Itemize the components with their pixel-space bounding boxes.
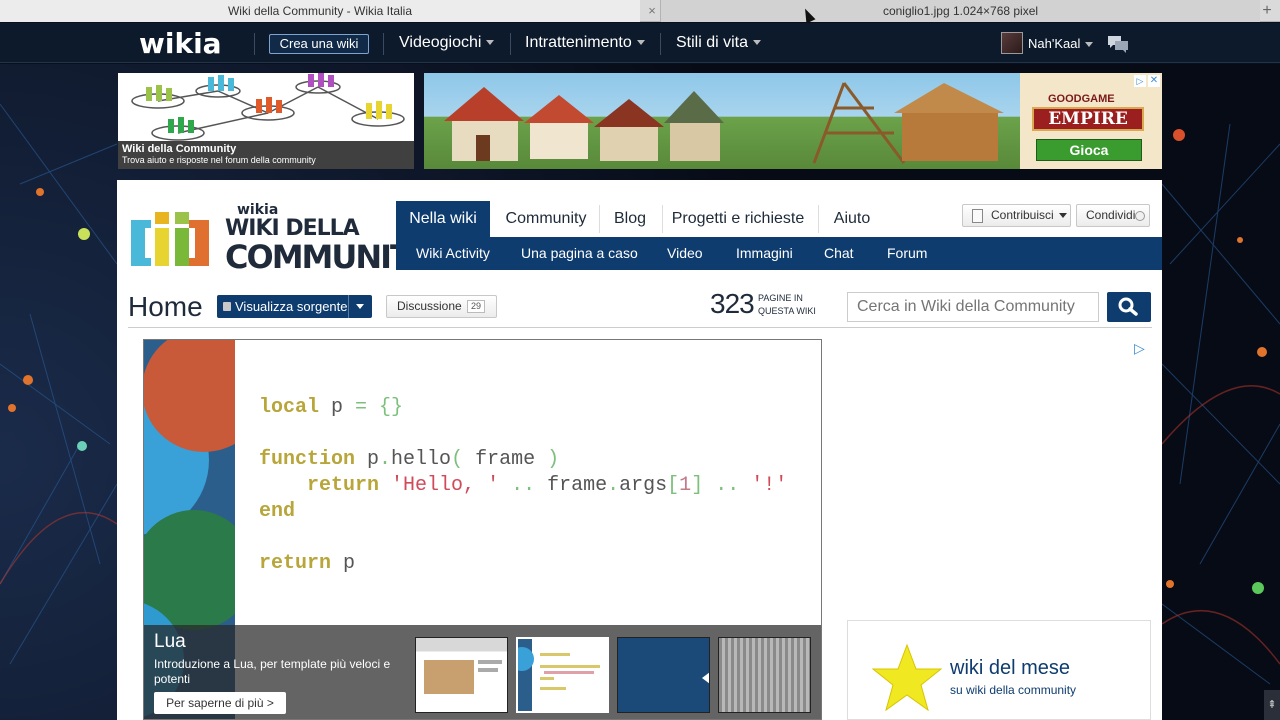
community-ad-title: Wiki della Community xyxy=(122,143,237,155)
tab-community[interactable]: Community xyxy=(496,201,596,237)
adchoices-icon[interactable]: ▷ xyxy=(1134,75,1146,87)
slide-thumbnail[interactable] xyxy=(415,637,508,713)
featured-slider[interactable]: local p = {} function p.hello( frame ) r… xyxy=(143,339,822,720)
chevron-down-icon[interactable] xyxy=(356,304,364,309)
browser-tab-inactive[interactable]: coniglio1.jpg 1.024×768 pixel xyxy=(660,0,1260,22)
wikia-logo[interactable]: wikia xyxy=(139,27,222,60)
user-menu[interactable]: Nah'Kaal xyxy=(1028,36,1094,51)
share-label: Condividi xyxy=(1086,208,1136,222)
game-brand-top: GOODGAME xyxy=(1048,93,1115,105)
goodgame-empire-logo: GOODGAME EMPIRE Gioca xyxy=(1020,73,1162,169)
page-title: Home xyxy=(128,291,203,322)
lua-code-sample: local p = {} function p.hello( frame ) r… xyxy=(259,396,788,575)
star-icon xyxy=(872,643,942,712)
previous-slide-icon[interactable] xyxy=(702,672,709,684)
nav-divider xyxy=(660,33,661,55)
chevron-down-icon xyxy=(1058,213,1067,219)
game-ad-banner[interactable]: GOODGAME EMPIRE Gioca ▷ ✕ xyxy=(424,73,1162,169)
close-ad-icon[interactable]: ✕ xyxy=(1148,75,1160,87)
slide-thumbnail[interactable] xyxy=(617,637,710,713)
play-game-button[interactable]: Gioca xyxy=(1036,139,1142,161)
community-ad-banner[interactable]: Wiki della Community Trova aiuto e rispo… xyxy=(118,73,414,169)
community-ad-caption: Wiki della Community Trova aiuto e rispo… xyxy=(118,141,414,169)
nav-item-intrattenimento[interactable]: Intrattenimento xyxy=(525,34,645,52)
tab-blog[interactable]: Blog xyxy=(604,201,656,237)
nav-item-label: Intrattenimento xyxy=(525,34,632,51)
tab-divider xyxy=(818,205,819,233)
subnav-video[interactable]: Video xyxy=(667,237,703,270)
wiki-search-input[interactable] xyxy=(847,292,1099,322)
search-button[interactable] xyxy=(1107,292,1151,322)
slide-title: Lua xyxy=(154,631,186,652)
learn-more-button[interactable]: Per saperne di più > xyxy=(154,692,286,714)
new-tab-icon[interactable]: + xyxy=(1258,0,1276,22)
chevron-down-icon xyxy=(1085,42,1094,48)
discussion-button[interactable]: Discussione 29 xyxy=(386,295,497,318)
subnav-chat[interactable]: Chat xyxy=(824,237,854,270)
subnav-images[interactable]: Immagini xyxy=(736,237,793,270)
wiki-della-community-logo[interactable]: wikia WIKI DELLA COMMUNITY xyxy=(129,202,433,276)
discussion-count-badge: 29 xyxy=(467,300,486,313)
search-icon xyxy=(1118,297,1138,316)
tab-nella-wiki[interactable]: Nella wiki xyxy=(396,201,490,237)
scroll-to-top-icon[interactable]: ⇞ xyxy=(1264,690,1280,720)
share-button[interactable]: Condividi xyxy=(1076,204,1150,227)
wiki-sub-nav: Wiki Activity Una pagina a caso Video Im… xyxy=(396,237,1162,270)
nav-item-videogiochi[interactable]: Videogiochi xyxy=(399,34,495,52)
slide-description: Introduzione a Lua, per template più vel… xyxy=(154,657,391,686)
slide-thumbnail[interactable] xyxy=(718,637,811,713)
game-brand-main: EMPIRE xyxy=(1032,107,1144,131)
document-icon xyxy=(972,209,983,223)
people-network-illustration xyxy=(131,73,405,141)
thumbnail-lua-preview xyxy=(518,639,600,711)
browser-tab-active[interactable]: Wiki della Community - Wikia Italia xyxy=(0,0,640,22)
adchoices-icon[interactable]: ▷ xyxy=(1134,340,1145,357)
nav-item-label: Videogiochi xyxy=(399,34,482,51)
chevron-down-icon xyxy=(636,40,645,46)
contribute-button[interactable]: Contribuisci xyxy=(962,204,1071,227)
nav-divider xyxy=(510,33,511,55)
nav-item-label: Stili di vita xyxy=(676,34,749,51)
subnav-random-page[interactable]: Una pagina a caso xyxy=(521,237,638,270)
button-split-divider xyxy=(348,295,349,318)
view-source-label: Visualizza sorgente xyxy=(235,299,348,314)
browser-tab-strip: Wiki della Community - Wikia Italia × co… xyxy=(0,0,1280,22)
wiki-of-the-month-title: wiki del mese xyxy=(950,657,1071,679)
lock-icon xyxy=(223,302,231,311)
tab-divider xyxy=(599,205,600,233)
user-avatar[interactable] xyxy=(1001,32,1023,54)
community-ad-subtitle: Trova aiuto e risposte nel forum della c… xyxy=(122,155,316,165)
thumbnail-video-preview xyxy=(424,660,502,694)
chevron-down-icon xyxy=(486,40,495,46)
tab-divider xyxy=(662,205,663,233)
share-indicator-icon xyxy=(1135,211,1145,221)
wiki-of-the-month-module[interactable]: wiki del mese su wiki della community xyxy=(847,620,1151,720)
title-divider xyxy=(128,327,1152,328)
slide-thumbnail-active[interactable] xyxy=(516,637,609,713)
page-count-number: 323 xyxy=(710,288,755,319)
slider-caption: Lua Introduzione a Lua, per template più… xyxy=(144,625,821,719)
subnav-forum[interactable]: Forum xyxy=(887,237,927,270)
nav-item-stili-di-vita[interactable]: Stili di vita xyxy=(676,34,762,52)
medieval-village-illustration xyxy=(444,82,1004,164)
nav-divider xyxy=(383,33,384,55)
chevron-down-icon xyxy=(753,40,762,46)
wiki-of-the-month-subtitle: su wiki della community xyxy=(950,683,1077,697)
contribute-label: Contribuisci xyxy=(991,208,1054,222)
discussion-label: Discussione xyxy=(397,299,462,313)
community-blocks-logo-icon xyxy=(131,212,209,266)
username: Nah'Kaal xyxy=(1028,36,1081,51)
create-wiki-button[interactable]: Crea una wiki xyxy=(269,34,369,54)
subnav-wiki-activity[interactable]: Wiki Activity xyxy=(416,237,490,270)
nav-divider xyxy=(254,33,255,55)
wiki-page: wikia WIKI DELLA COMMUNITY Nella wiki Co… xyxy=(117,180,1162,720)
wikia-global-nav: wikia Crea una wiki Videogiochi Intratte… xyxy=(0,23,1280,63)
close-tab-icon[interactable]: × xyxy=(645,3,659,19)
tab-aiuto[interactable]: Aiuto xyxy=(824,201,880,237)
tab-progetti-e-richieste[interactable]: Progetti e richieste xyxy=(668,201,808,237)
notifications-chat-icon[interactable] xyxy=(1106,35,1130,53)
page-count-label: PAGINE IN QUESTA WIKI xyxy=(758,293,816,316)
view-source-button[interactable]: Visualizza sorgente xyxy=(217,295,372,318)
